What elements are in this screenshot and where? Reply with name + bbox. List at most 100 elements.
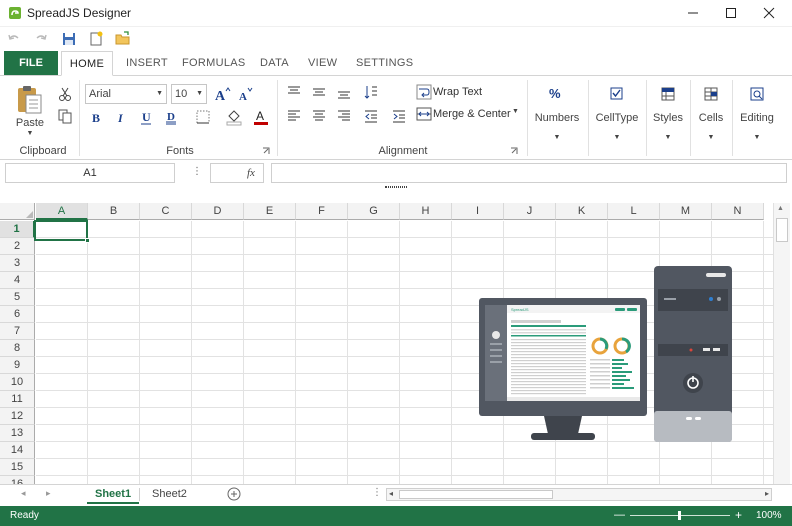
fill-handle[interactable] [85,238,90,243]
zoom-in-icon[interactable]: + [735,508,742,522]
paste-icon[interactable] [15,84,45,114]
row-header[interactable]: 9 [0,357,35,374]
row-header[interactable]: 3 [0,255,35,272]
row-header[interactable]: 12 [0,408,35,425]
column-header[interactable]: J [504,203,556,220]
column-header[interactable]: N [712,203,764,220]
more-options-icon[interactable]: ⋮ [192,166,202,177]
tab-home[interactable]: HOME [61,51,113,76]
wrap-text-button[interactable]: Wrap Text [416,83,506,101]
row-header[interactable]: 14 [0,442,35,459]
scroll-up-icon[interactable]: ▲ [777,205,784,212]
fill-color-icon[interactable] [225,108,243,126]
tab-file[interactable]: FILE [4,51,58,75]
tab-settings[interactable]: SETTINGS [356,51,413,76]
row-header[interactable]: 16 [0,476,35,484]
bold-icon[interactable]: B [87,108,105,126]
open-folder-icon[interactable] [114,30,132,48]
row-header[interactable]: 13 [0,425,35,442]
prev-sheet-icon[interactable]: ◂ [21,488,26,499]
editing-button[interactable]: Editing ▼ [734,82,780,152]
tab-view[interactable]: VIEW [308,51,337,76]
formula-bar-resize-handle[interactable] [385,186,407,188]
cells-button[interactable]: Cells ▼ [692,82,730,152]
spreadsheet-grid[interactable]: ABCDEFGHIJKLMN 1 2 3 4 5 6 7 8 9 10 11 12 13 14 15 16 S… [0,203,773,484]
column-header[interactable]: E [244,203,296,220]
tab-insert[interactable]: INSERT [126,51,168,76]
paste-dropdown-icon[interactable]: ▼ [23,130,37,137]
undo-icon[interactable] [5,30,23,48]
cut-icon[interactable] [56,85,74,103]
italic-icon[interactable]: I [112,108,130,126]
numbers-button[interactable]: % Numbers ▼ [530,82,584,152]
maximize-icon[interactable] [720,4,742,22]
align-bottom-icon[interactable] [335,83,353,101]
font-color-icon[interactable]: A [252,108,270,126]
increase-font-icon[interactable]: A [213,85,231,103]
font-size-select[interactable]: 10 ▼ [171,84,207,104]
column-header[interactable]: H [400,203,452,220]
sheet-tab-sheet2[interactable]: Sheet2 [144,485,195,504]
zoom-slider-thumb[interactable] [678,511,681,520]
row-header[interactable]: 2 [0,238,35,255]
celltype-button[interactable]: CellType ▼ [591,82,643,152]
column-header[interactable]: I [452,203,504,220]
tab-data[interactable]: DATA [260,51,289,76]
next-sheet-icon[interactable]: ▸ [46,488,51,499]
align-center-icon[interactable] [310,107,328,125]
new-file-icon[interactable] [87,30,105,48]
text-orientation-icon[interactable] [362,83,380,101]
scroll-right-icon[interactable]: ▸ [765,489,769,498]
align-middle-icon[interactable] [310,83,328,101]
vertical-scroll-thumb[interactable] [776,218,788,242]
row-header[interactable]: 10 [0,374,35,391]
align-left-icon[interactable] [285,107,303,125]
column-header[interactable]: D [192,203,244,220]
zoom-out-icon[interactable]: — [614,509,625,521]
scroll-left-icon[interactable]: ◂ [389,489,393,498]
column-header[interactable]: L [608,203,660,220]
align-right-icon[interactable] [335,107,353,125]
decrease-font-icon[interactable]: A [236,85,254,103]
paste-label[interactable]: Paste [13,117,47,129]
row-header[interactable]: 8 [0,340,35,357]
column-header[interactable]: M [660,203,712,220]
name-box[interactable]: A1 [5,163,175,183]
column-header[interactable]: B [88,203,140,220]
row-header[interactable]: 6 [0,306,35,323]
border-icon[interactable] [194,108,212,126]
select-all-corner[interactable] [0,203,35,220]
fonts-launcher-icon[interactable] [262,147,270,155]
row-header[interactable]: 1 [0,221,35,238]
column-header[interactable]: A [36,203,88,220]
styles-button[interactable]: Styles ▼ [648,82,688,152]
row-header[interactable]: 7 [0,323,35,340]
minimize-icon[interactable] [682,4,704,22]
increase-indent-icon[interactable] [390,107,408,125]
vertical-scrollbar[interactable]: ▲ [773,203,790,484]
double-underline-icon[interactable]: D [162,108,180,126]
tab-formulas[interactable]: FORMULAS [182,51,246,76]
horizontal-scrollbar[interactable]: ◂ ▸ [386,488,772,501]
decrease-indent-icon[interactable] [362,107,380,125]
alignment-launcher-icon[interactable] [510,147,518,155]
save-icon[interactable] [60,30,78,48]
underline-icon[interactable]: U [137,108,155,126]
row-header[interactable]: 5 [0,289,35,306]
row-header[interactable]: 11 [0,391,35,408]
align-top-icon[interactable] [285,83,303,101]
tab-strip-resize-handle[interactable]: ⋮ [372,487,382,498]
copy-icon[interactable] [56,107,74,125]
merge-center-button[interactable]: Merge & Center ▼ [416,105,526,123]
horizontal-scroll-thumb[interactable] [399,490,553,499]
row-header[interactable]: 15 [0,459,35,476]
column-header[interactable]: G [348,203,400,220]
font-name-select[interactable]: Arial ▼ [85,84,167,104]
active-cell-a1[interactable] [34,220,90,243]
sheet-tab-sheet1[interactable]: Sheet1 [87,485,140,504]
fx-box[interactable]: fx [210,163,264,183]
column-header[interactable]: C [140,203,192,220]
formula-input[interactable] [271,163,787,183]
close-icon[interactable] [758,4,780,22]
redo-icon[interactable] [32,30,50,48]
